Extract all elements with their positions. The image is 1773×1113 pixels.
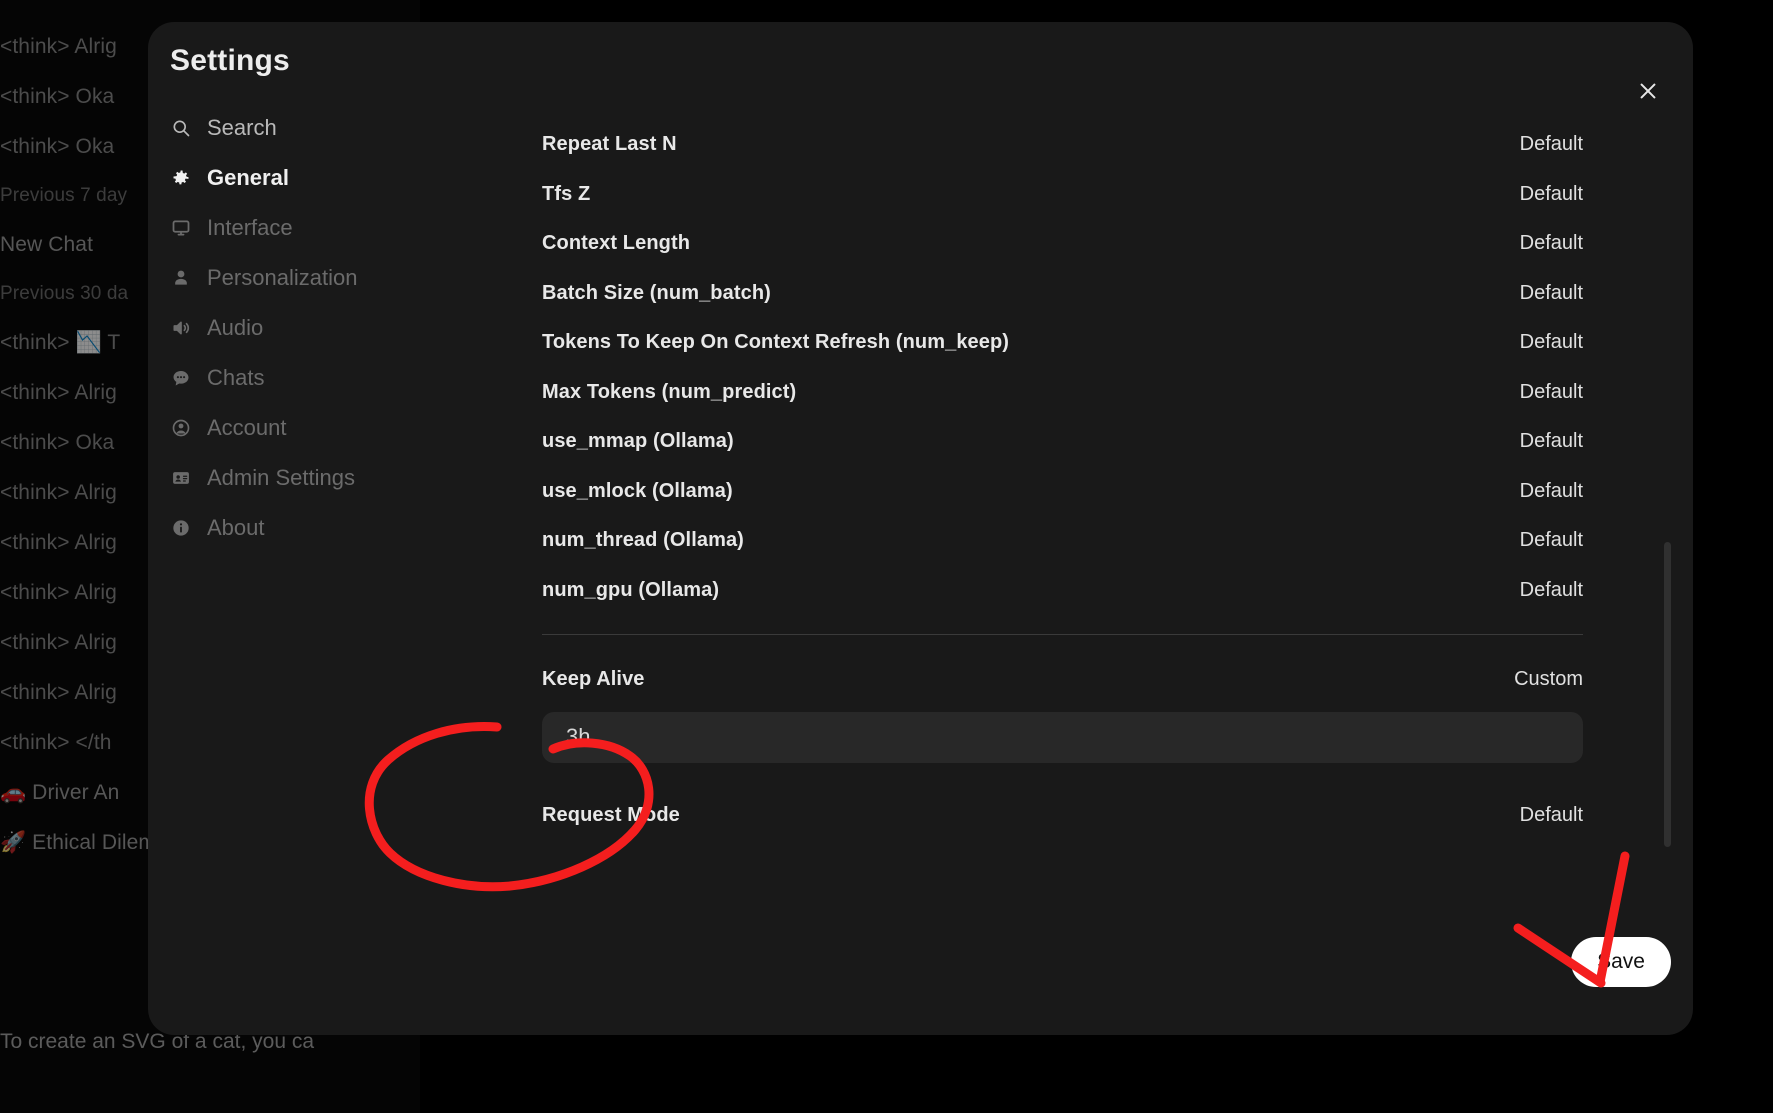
parameter-list: Repeat Last NDefaultTfs ZDefaultContext … — [542, 120, 1583, 615]
search-icon — [170, 117, 192, 139]
parameter-label: use_mlock (Ollama) — [542, 480, 733, 503]
keep-alive-mode-toggle[interactable]: Custom — [1514, 668, 1583, 691]
sidebar-item-label: Admin Settings — [207, 467, 355, 489]
parameter-label: Repeat Last N — [542, 133, 677, 156]
parameter-row: use_mmap (Ollama) Default — [542, 417, 1583, 467]
speaker-icon — [170, 317, 192, 339]
monitor-icon — [170, 217, 192, 239]
parameter-value-toggle[interactable]: Default — [1520, 381, 1583, 404]
parameter-value-toggle[interactable]: Default — [1520, 480, 1583, 503]
parameter-value-toggle[interactable]: Default — [1520, 232, 1583, 255]
request-mode-row: Request Mode Default — [542, 791, 1583, 841]
content-spacer — [542, 763, 1583, 791]
settings-nav-list: Search General Interface Personalization Aud… — [162, 103, 420, 553]
parameter-value-toggle[interactable]: Default — [1520, 183, 1583, 206]
page-title: Settings — [162, 44, 420, 78]
sidebar-item-chats[interactable]: Chats — [162, 353, 420, 403]
settings-nav: Settings Search General Interface Personali… — [148, 22, 420, 1035]
parameter-row: Tfs Z Default — [542, 170, 1583, 220]
sidebar-item-label: Personalization — [207, 267, 357, 289]
parameter-label: Tokens To Keep On Context Refresh (num_k… — [542, 331, 1009, 354]
settings-scroll-area: Repeat Last NDefaultTfs ZDefaultContext … — [420, 22, 1693, 1035]
request-mode-label: Request Mode — [542, 804, 680, 827]
parameter-label: Tfs Z — [542, 183, 590, 206]
request-mode-value[interactable]: Default — [1520, 804, 1583, 827]
parameter-label: num_gpu (Ollama) — [542, 579, 719, 602]
parameter-row: Max Tokens (num_predict) Default — [542, 368, 1583, 418]
parameter-label: num_thread (Ollama) — [542, 529, 744, 552]
parameter-row: num_gpu (Ollama) Default — [542, 566, 1583, 616]
parameter-row: Tokens To Keep On Context Refresh (num_k… — [542, 318, 1583, 368]
sidebar-item-about[interactable]: About — [162, 503, 420, 553]
parameter-row: Batch Size (num_batch) Default — [542, 269, 1583, 319]
sidebar-item-label: Search — [207, 117, 277, 139]
user-circle-icon — [170, 417, 192, 439]
chat-bubble-icon — [170, 367, 192, 389]
sidebar-item-label: About — [207, 517, 265, 539]
keep-alive-input[interactable] — [542, 712, 1583, 763]
parameter-value-toggle[interactable]: Default — [1520, 579, 1583, 602]
sidebar-item-personalization[interactable]: Personalization — [162, 253, 420, 303]
person-icon — [170, 267, 192, 289]
settings-content: Repeat Last NDefaultTfs ZDefaultContext … — [420, 22, 1693, 1035]
parameter-row: Repeat Last N Default — [542, 120, 1583, 170]
close-icon[interactable] — [1627, 70, 1669, 112]
parameter-value-toggle[interactable]: Default — [1520, 430, 1583, 453]
sidebar-item-label: General — [207, 167, 289, 189]
parameter-label: Batch Size (num_batch) — [542, 282, 771, 305]
sidebar-item-label: Chats — [207, 367, 264, 389]
settings-modal: Settings Search General Interface Personali… — [148, 22, 1693, 1035]
parameter-row: num_thread (Ollama) Default — [542, 516, 1583, 566]
sidebar-item-label: Audio — [207, 317, 263, 339]
parameter-value-toggle[interactable]: Default — [1520, 133, 1583, 156]
parameter-row: use_mlock (Ollama) Default — [542, 467, 1583, 517]
sidebar-item-interface[interactable]: Interface — [162, 203, 420, 253]
sidebar-item-general[interactable]: General — [162, 153, 420, 203]
section-divider — [542, 634, 1583, 635]
sidebar-item-search[interactable]: Search — [162, 103, 420, 153]
parameter-label: Max Tokens (num_predict) — [542, 381, 796, 404]
app-root: <think> Alrig<think> Oka<think> OkaPrevi… — [0, 0, 1773, 1113]
parameter-value-toggle[interactable]: Default — [1520, 331, 1583, 354]
info-icon — [170, 517, 192, 539]
parameter-row: Context Length Default — [542, 219, 1583, 269]
sidebar-item-label: Interface — [207, 217, 293, 239]
sidebar-item-admin-settings[interactable]: Admin Settings — [162, 453, 420, 503]
keep-alive-row: Keep Alive Custom — [542, 655, 1583, 705]
keep-alive-label: Keep Alive — [542, 668, 645, 691]
parameter-label: use_mmap (Ollama) — [542, 430, 734, 453]
sidebar-item-account[interactable]: Account — [162, 403, 420, 453]
parameter-label: Context Length — [542, 232, 690, 255]
parameter-value-toggle[interactable]: Default — [1520, 282, 1583, 305]
save-button[interactable]: Save — [1571, 937, 1671, 987]
sidebar-item-audio[interactable]: Audio — [162, 303, 420, 353]
parameter-value-toggle[interactable]: Default — [1520, 529, 1583, 552]
sidebar-item-label: Account — [207, 417, 287, 439]
id-card-icon — [170, 467, 192, 489]
clipped-param-row — [542, 100, 1583, 120]
content-scrollbar[interactable] — [1664, 542, 1671, 847]
gear-icon — [170, 167, 192, 189]
